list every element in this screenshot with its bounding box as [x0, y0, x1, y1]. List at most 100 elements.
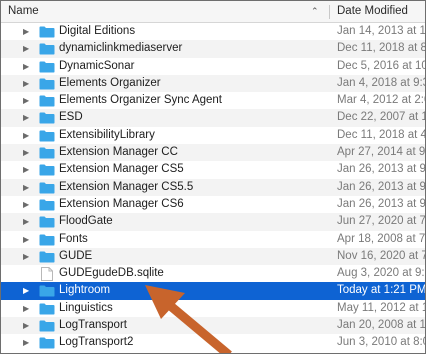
item-date-modified: Jun 27, 2020 at 7:: [337, 215, 426, 228]
disclosure-triangle-icon[interactable]: ▶: [23, 213, 29, 230]
list-item[interactable]: ▶ Lightroom Today at 1:21 PM: [1, 282, 426, 300]
folder-icon: [39, 61, 55, 73]
item-date-modified: Nov 16, 2020 at 7:: [337, 249, 426, 262]
list-item[interactable]: ▶ Linguistics May 11, 2012 at 10: [1, 300, 426, 317]
disclosure-triangle-icon[interactable]: ▶: [23, 300, 29, 317]
item-name: Elements Organizer: [59, 76, 161, 89]
disclosure-triangle-icon[interactable]: ▶: [23, 196, 29, 213]
item-date-modified: Jan 14, 2013 at 10: [337, 25, 426, 37]
list-item[interactable]: ▶ Elements Organizer Sync Agent Mar 4, 201…: [1, 92, 426, 109]
disclosure-triangle-icon[interactable]: ▶: [23, 179, 29, 196]
item-date-modified: Jun 3, 2010 at 8:0: [337, 336, 426, 349]
item-date-modified: Jan 26, 2013 at 9:: [337, 180, 426, 193]
column-header-bar: Name ⌃ Date Modified: [1, 1, 425, 23]
disclosure-triangle-icon[interactable]: ▶: [23, 317, 29, 334]
list-item[interactable]: ▶ dynamiclinkmediaserver Dec 11, 2018 at 8…: [1, 40, 426, 58]
date-modified-column-header[interactable]: Date Modified: [337, 1, 408, 22]
item-date-modified: Mar 4, 2012 at 2:0: [337, 94, 426, 107]
item-name: Lightroom: [59, 284, 111, 297]
item-name: dynamiclinkmediaserver: [59, 42, 183, 55]
item-date-modified: Jan 26, 2013 at 9:: [337, 163, 426, 176]
disclosure-triangle-icon[interactable]: ▶: [23, 75, 29, 92]
item-name: ESD: [59, 111, 83, 124]
item-date-modified: Dec 11, 2018 at 8:: [337, 42, 426, 55]
disclosure-triangle-icon[interactable]: ▶: [23, 127, 29, 144]
file-list: ▶ Digital Editions Jan 14, 2013 at 10 ▶ dyna…: [1, 23, 426, 352]
folder-icon: [39, 251, 55, 263]
item-name: GUDE: [59, 249, 93, 262]
item-name: Linguistics: [59, 301, 113, 314]
folder-icon: [39, 234, 55, 246]
list-item[interactable]: ▶ GUDE Nov 16, 2020 at 7:: [1, 247, 426, 266]
document-icon: [41, 267, 53, 282]
folder-icon: [39, 320, 55, 332]
item-name: Fonts: [59, 232, 88, 245]
disclosure-triangle-icon[interactable]: ▶: [23, 282, 29, 299]
folder-icon: [39, 285, 55, 297]
disclosure-triangle-icon[interactable]: ▶: [23, 109, 29, 126]
item-name: FloodGate: [59, 215, 113, 228]
item-date-modified: Jan 20, 2008 at 12: [337, 319, 426, 332]
item-date-modified: Dec 5, 2016 at 10:: [337, 59, 426, 72]
item-name: Extension Manager CS5.5: [59, 180, 194, 193]
list-item[interactable]: ▶ ESD Dec 22, 2007 at 10: [1, 109, 426, 127]
list-item[interactable]: ▶ Fonts Apr 18, 2008 at 7:: [1, 231, 425, 248]
item-date-modified: Aug 3, 2020 at 9:2: [337, 267, 426, 280]
item-name: Extension Manager CS5: [59, 163, 184, 176]
folder-icon: [39, 130, 55, 142]
list-item[interactable]: ▶ LogTransport Jan 20, 2008 at 12: [1, 317, 426, 335]
folder-icon: [39, 26, 55, 38]
folder-icon: [39, 112, 55, 124]
list-item[interactable]: ▶ Extension Manager CS5.5 Jan 26, 2013 at …: [1, 178, 426, 196]
list-item[interactable]: ▶ Elements Organizer Jan 4, 2018 at 9:3: [1, 74, 426, 93]
folder-icon: [39, 95, 55, 107]
list-item[interactable]: GUDEgudeDB.sqlite Aug 3, 2020 at 9:2: [1, 265, 426, 282]
list-item[interactable]: ▶ LogTransport2 Jun 3, 2010 at 8:0: [1, 334, 426, 351]
folder-icon: [39, 182, 55, 194]
disclosure-triangle-icon[interactable]: ▶: [23, 23, 29, 40]
list-item[interactable]: ▶ Digital Editions Jan 14, 2013 at 10: [1, 23, 426, 40]
list-item[interactable]: ▶ Extension Manager CS6 Jan 26, 2013 at 9:: [1, 196, 426, 213]
disclosure-triangle-icon[interactable]: ▶: [23, 58, 29, 75]
disclosure-triangle-icon[interactable]: ▶: [23, 161, 29, 178]
folder-icon: [39, 216, 55, 228]
item-date-modified: Dec 22, 2007 at 10: [337, 111, 426, 124]
item-date-modified: Today at 1:21 PM: [337, 284, 426, 297]
folder-icon: [39, 78, 55, 90]
disclosure-triangle-icon[interactable]: ▶: [23, 248, 29, 265]
item-name: LogTransport2: [59, 336, 134, 349]
sort-ascending-icon: ⌃: [311, 6, 319, 16]
item-name: ExtensibilityLibrary: [59, 128, 155, 141]
folder-icon: [39, 337, 55, 349]
list-item[interactable]: ▶ ExtensibilityLibrary Dec 11, 2018 at 4:: [1, 127, 426, 144]
item-date-modified: May 11, 2012 at 10: [337, 301, 426, 314]
disclosure-triangle-icon[interactable]: ▶: [23, 144, 29, 161]
folder-icon: [39, 303, 55, 315]
item-name: Extension Manager CS6: [59, 197, 184, 210]
item-name: GUDEgudeDB.sqlite: [59, 267, 164, 280]
folder-icon: [39, 199, 55, 211]
list-item[interactable]: ▶ Extension Manager CS5 Jan 26, 2013 at 9:: [1, 161, 426, 178]
item-name: LogTransport: [59, 319, 127, 332]
disclosure-triangle-icon[interactable]: ▶: [23, 92, 29, 109]
disclosure-triangle-icon[interactable]: ▶: [23, 231, 29, 248]
item-name: DynamicSonar: [59, 59, 135, 72]
column-divider[interactable]: [329, 5, 330, 19]
item-name: Digital Editions: [59, 25, 136, 37]
folder-icon: [39, 164, 55, 176]
item-date-modified: Apr 27, 2014 at 9:: [337, 146, 426, 159]
item-date-modified: Jan 26, 2013 at 9:: [337, 197, 426, 210]
item-date-modified: Dec 11, 2018 at 4:: [337, 128, 426, 141]
name-column-header[interactable]: Name: [1, 1, 327, 22]
folder-icon: [39, 147, 55, 159]
folder-icon: [39, 43, 55, 55]
item-date-modified: Jan 4, 2018 at 9:3: [337, 76, 426, 89]
list-item[interactable]: ▶ FloodGate Jun 27, 2020 at 7:: [1, 213, 426, 231]
list-item[interactable]: ▶ Extension Manager CC Apr 27, 2014 at 9:: [1, 144, 426, 162]
finder-list-view: Name ⌃ Date Modified ▶ Digital Editions Ja…: [0, 0, 426, 354]
disclosure-triangle-icon[interactable]: ▶: [23, 40, 29, 57]
item-name: Elements Organizer Sync Agent: [59, 94, 222, 107]
disclosure-triangle-icon[interactable]: ▶: [23, 334, 29, 351]
list-item[interactable]: ▶ DynamicSonar Dec 5, 2016 at 10:: [1, 58, 426, 75]
item-name: Extension Manager CC: [59, 146, 178, 159]
